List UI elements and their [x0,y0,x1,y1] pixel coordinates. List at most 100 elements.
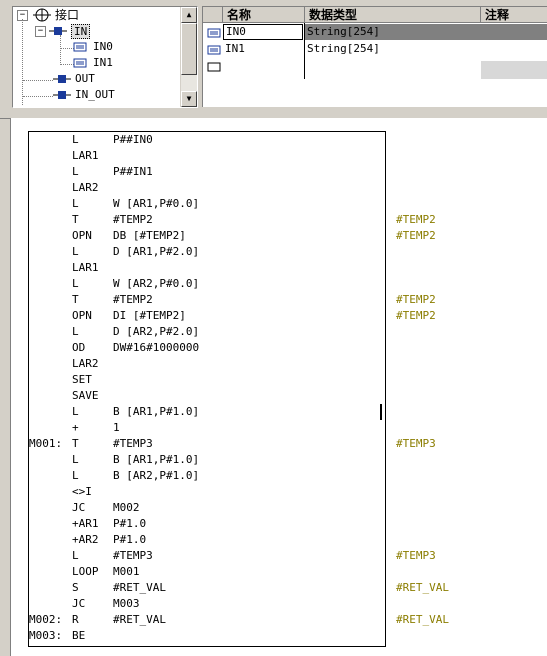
tree-scrollbar[interactable]: ▲ ▼ [180,7,197,107]
string-var-icon [73,58,87,68]
inout-param-icon [53,91,71,99]
interface-panel: − 接口 − IN IN0 IN1 OUT IN_OUT ▲ ▼ 名称 数据类型… [0,0,547,112]
code-operation: LAR2 [72,181,99,194]
code-operand: P##IN1 [113,165,153,178]
table-cell-type[interactable]: String[254] [305,24,547,40]
code-operation: LAR2 [72,357,99,370]
code-operation: +AR2 [72,533,99,546]
code-operation: SAVE [72,389,99,402]
in-param-icon [49,27,67,35]
variable-table: 名称 数据类型 注释 IN0 String[254] IN1 String[25… [202,6,547,107]
code-operation: R [72,613,79,626]
code-operation: OD [72,341,86,354]
table-cell-name[interactable]: IN1 [225,41,245,57]
text-cursor [380,404,382,420]
code-operand: #TEMP2 [113,213,153,226]
code-label: M003: [29,629,63,642]
collapse-icon[interactable]: − [35,26,46,37]
code-operation: L [72,197,79,210]
code-operation: LAR1 [72,149,99,162]
code-operand: M003 [113,597,140,610]
code-operation: LAR1 [72,261,99,274]
code-operation: +AR1 [72,517,99,530]
code-operand: P#1.0 [113,533,147,546]
code-symbol-comment: #TEMP2 [396,213,436,226]
code-operation: OPN [72,309,92,322]
code-symbol-comment: #RET_VAL [396,613,449,626]
code-operation: + [72,421,79,434]
tree-item-label: OUT [75,72,95,85]
code-operand: DW#16#1000000 [113,341,200,354]
code-symbol-comment: #TEMP2 [396,293,436,306]
out-param-icon [53,75,71,83]
code-operation: T [72,213,79,226]
code-operand: 1 [113,421,120,434]
code-operation: LOOP [72,565,99,578]
column-header-type[interactable]: 数据类型 [305,7,481,23]
column-header-comment[interactable]: 注释 [481,7,547,23]
code-operation: JC [72,597,86,610]
code-operation: L [72,453,79,466]
code-operation: BE [72,629,86,642]
code-operand: P#1.0 [113,517,147,530]
code-operation: T [72,437,79,450]
row-var-icon [207,45,221,55]
tree-item-label: IN0 [93,40,113,53]
code-operand: DI [#TEMP2] [113,309,186,322]
code-operation: L [72,549,79,562]
code-operand: #TEMP3 [113,549,153,562]
code-operation: L [72,133,79,146]
scroll-up-button[interactable]: ▲ [181,7,197,23]
code-operand: M001 [113,565,140,578]
code-operand: P##IN0 [113,133,153,146]
code-operation: SET [72,373,92,386]
code-operand: D [AR2,P#2.0] [113,325,200,338]
new-row-icon [207,62,221,72]
table-cell-name[interactable]: IN0 [223,24,303,40]
column-header-name[interactable]: 名称 [223,7,305,23]
comment-cell-shaded [481,61,547,79]
code-operation: T [72,293,79,306]
code-operation: L [72,165,79,178]
code-symbol-comment: #RET_VAL [396,581,449,594]
code-operand: B [AR1,P#1.0] [113,453,200,466]
code-operand: #RET_VAL [113,613,166,626]
tree-item-label: IN [71,24,91,39]
code-operation: JC [72,501,86,514]
code-operand: #TEMP2 [113,293,153,306]
code-operation: <>I [72,485,92,498]
code-operand: D [AR1,P#2.0] [113,245,200,258]
code-symbol-comment: #TEMP3 [396,549,436,562]
string-var-icon [73,42,87,52]
code-symbol-comment: #TEMP2 [396,229,436,242]
column-divider [304,23,305,79]
code-operand: M002 [113,501,140,514]
code-operand: W [AR1,P#0.0] [113,197,200,210]
tree-item-label: IN_OUT [75,88,115,101]
table-cell-type[interactable]: String[254] [307,41,380,57]
code-operation: L [72,245,79,258]
code-operation: L [72,405,79,418]
code-operand: W [AR2,P#0.0] [113,277,200,290]
code-operation: L [72,277,79,290]
code-operand: B [AR1,P#1.0] [113,405,200,418]
code-label: M002: [29,613,63,626]
code-operation: L [72,469,79,482]
tree-root-label: 接口 [55,8,80,22]
row-var-icon [207,28,221,38]
tree-item-label: IN1 [93,56,113,69]
code-operand: B [AR2,P#1.0] [113,469,200,482]
code-operand: #TEMP3 [113,437,153,450]
row-header-corner [203,7,223,23]
code-editor[interactable]: L P##IN0 LAR1 L P##IN1 LAR2 L W [AR1,P#0.0] T #TE… [10,118,547,656]
code-label: M001: [29,437,63,450]
interface-tree: − 接口 − IN IN0 IN1 OUT IN_OUT ▲ ▼ [12,6,198,108]
scroll-down-button[interactable]: ▼ [181,91,197,107]
code-operand: DB [#TEMP2] [113,229,186,242]
code-operation: L [72,325,79,338]
code-operation: S [72,581,79,594]
code-operand: #RET_VAL [113,581,166,594]
code-operation: OPN [72,229,92,242]
scroll-thumb[interactable] [181,23,197,75]
code-symbol-comment: #TEMP3 [396,437,436,450]
